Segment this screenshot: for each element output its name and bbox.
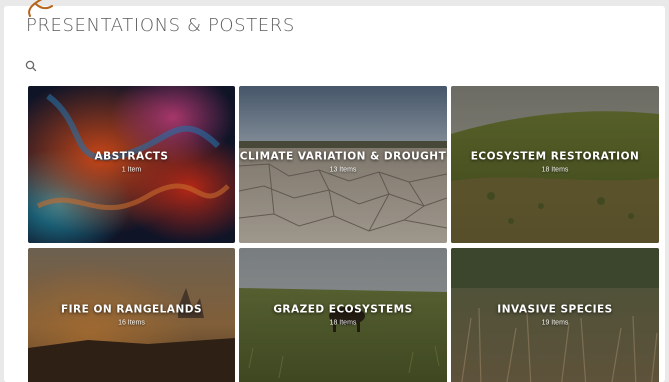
search-icon[interactable] bbox=[25, 60, 37, 72]
tile-caption: CLIMATE VARIATION & DROUGHT 13 Items bbox=[239, 150, 447, 173]
tile-title: CLIMATE VARIATION & DROUGHT bbox=[239, 150, 447, 162]
tile-item-count: 19 Items bbox=[541, 319, 569, 327]
tile-caption: ABSTRACTS 1 Item bbox=[28, 150, 235, 173]
tile-caption: INVASIVE SPECIES 19 Items bbox=[451, 304, 659, 327]
collection-tile-invasive-species[interactable]: INVASIVE SPECIES 19 Items bbox=[451, 248, 659, 382]
tile-title: ABSTRACTS bbox=[94, 150, 169, 162]
tile-item-count: 13 Items bbox=[329, 166, 357, 173]
tile-caption: GRAZED ECOSYSTEMS 18 Items bbox=[239, 304, 447, 327]
tile-title: INVASIVE SPECIES bbox=[497, 303, 613, 316]
collection-tile-fire-on-rangelands[interactable]: FIRE ON RANGELANDS 16 Items bbox=[28, 248, 235, 382]
tile-title: ECOSYSTEM RESTORATION bbox=[470, 150, 640, 162]
tile-item-count: 18 Items bbox=[541, 166, 569, 173]
collection-grid: ABSTRACTS 1 Item CLIMATE VARIATION & DRO… bbox=[28, 86, 660, 382]
tile-item-count: 16 Items bbox=[118, 319, 145, 327]
collection-tile-ecosystem-restoration[interactable]: ECOSYSTEM RESTORATION 18 Items bbox=[451, 86, 659, 243]
collection-tile-grazed-ecosystems[interactable]: GRAZED ECOSYSTEMS 18 Items bbox=[239, 248, 447, 382]
tile-caption: FIRE ON RANGELANDS 16 Items bbox=[28, 304, 235, 327]
tile-item-count: 1 Item bbox=[121, 166, 142, 173]
tile-item-count: 18 Items bbox=[329, 319, 357, 327]
page-title: PRESENTATIONS & POSTERS bbox=[26, 15, 295, 36]
tile-title: GRAZED ECOSYSTEMS bbox=[273, 303, 413, 316]
collection-tile-abstracts[interactable]: ABSTRACTS 1 Item bbox=[28, 86, 235, 243]
tile-title: FIRE ON RANGELANDS bbox=[60, 303, 203, 316]
collection-tile-climate-variation-drought[interactable]: CLIMATE VARIATION & DROUGHT 13 Items bbox=[239, 86, 447, 243]
tile-caption: ECOSYSTEM RESTORATION 18 Items bbox=[451, 150, 659, 173]
